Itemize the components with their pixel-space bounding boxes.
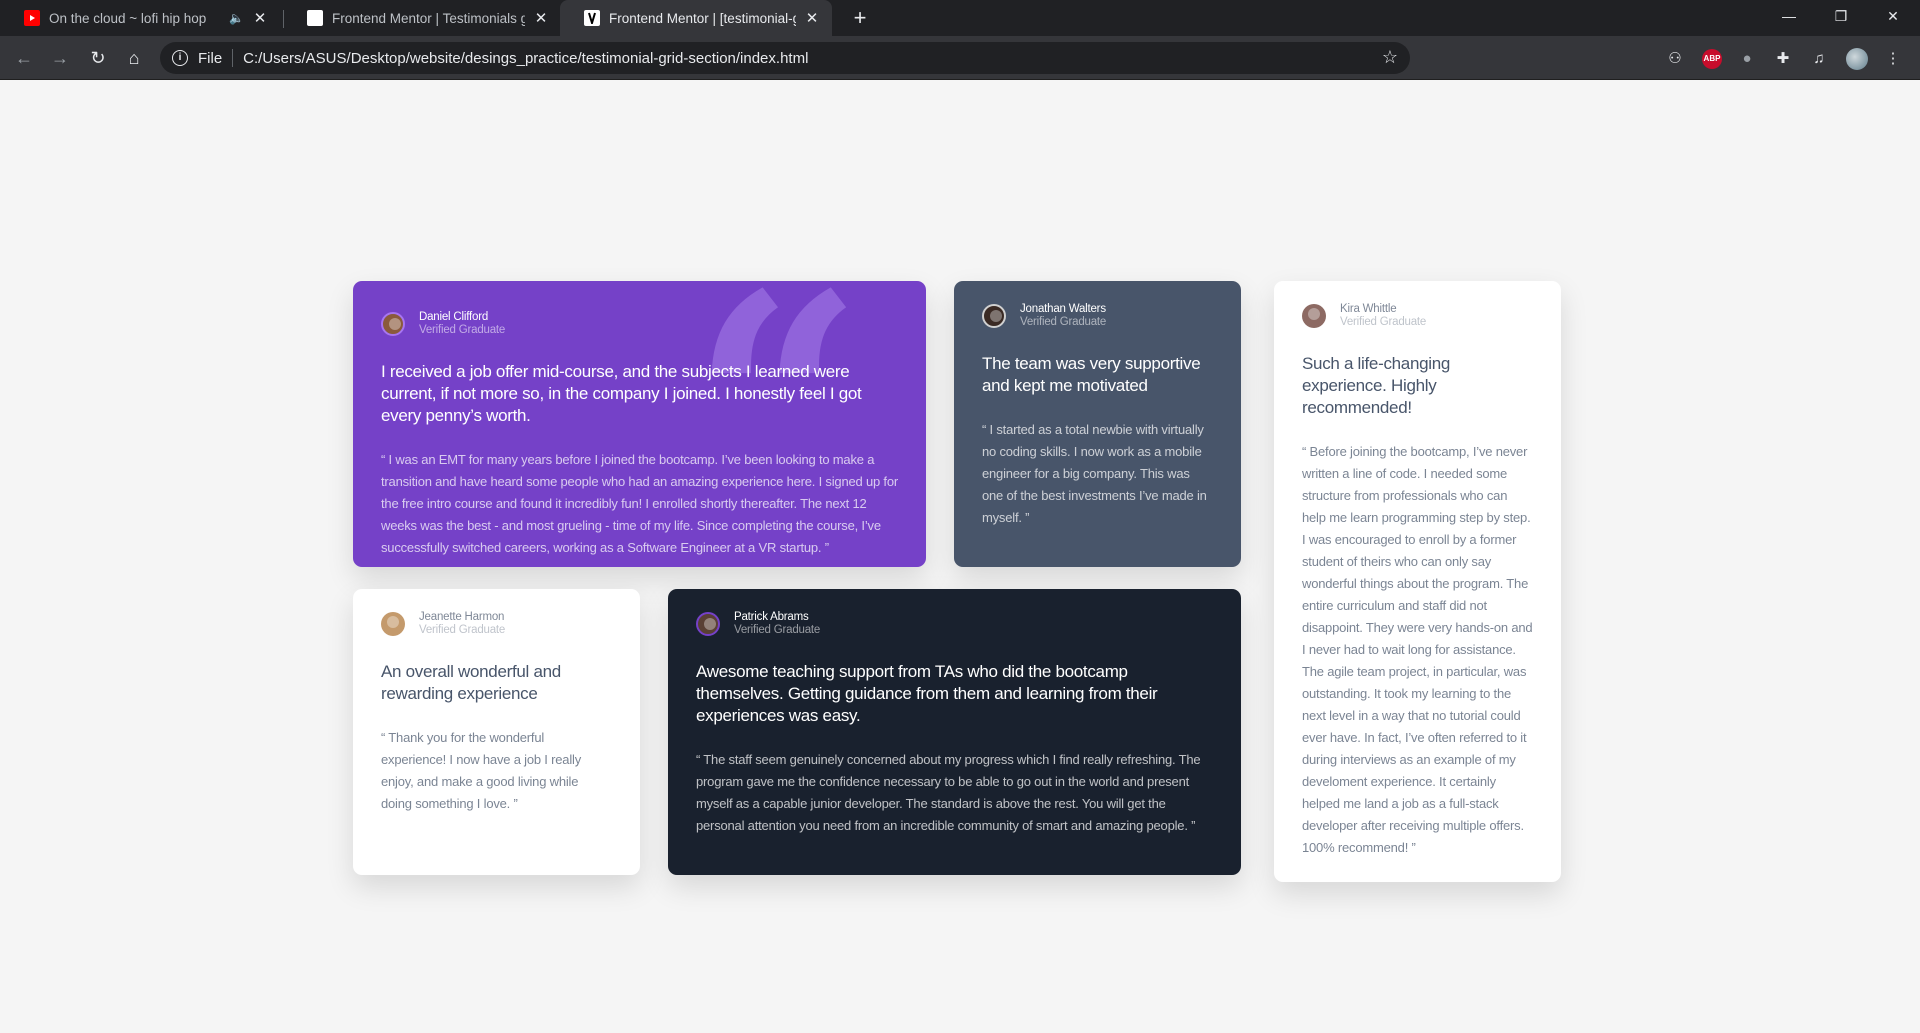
scheme-label: File xyxy=(198,49,223,67)
author-role: Verified Graduate xyxy=(734,624,821,636)
tab-title: On the cloud ~ lofi hip hop xyxy=(49,10,207,26)
author: Patrick Abrams Verified Graduate xyxy=(696,611,1213,637)
testimonial-quote: “ I was an EMT for many years before I j… xyxy=(381,452,898,555)
address-bar[interactable]: i File C:/Users/ASUS/Desktop/website/des… xyxy=(160,42,1410,74)
testimonial-quote: “ I started as a total newbie with virtu… xyxy=(982,422,1207,525)
frontend-mentor-icon xyxy=(307,10,323,26)
close-tab-icon[interactable]: ✕ xyxy=(804,9,820,27)
new-tab-button[interactable]: + xyxy=(846,4,874,32)
testimonial-quote: “ Before joining the bootcamp, I’ve neve… xyxy=(1302,444,1533,855)
testimonial-card-jeanette: Jeanette Harmon Verified Graduate An ove… xyxy=(353,589,640,875)
author: Jonathan Walters Verified Graduate xyxy=(982,303,1213,329)
reload-icon[interactable]: ↻ xyxy=(84,44,112,72)
testimonial-headline: The team was very supportive and kept me… xyxy=(982,354,1201,395)
tab-youtube[interactable]: On the cloud ~ lofi hip hop 🔈 ✕ xyxy=(0,0,280,36)
author-role: Verified Graduate xyxy=(419,324,506,336)
speaker-icon[interactable]: 🔈 xyxy=(229,11,244,25)
info-icon[interactable]: i xyxy=(172,50,188,66)
tab-strip: On the cloud ~ lofi hip hop 🔈 ✕ Frontend… xyxy=(0,0,1920,36)
author-name: Jeanette Harmon xyxy=(419,611,505,623)
youtube-icon xyxy=(24,10,40,26)
frontend-mentor-icon xyxy=(584,10,600,26)
close-tab-icon[interactable]: ✕ xyxy=(252,9,268,27)
avatar xyxy=(982,304,1006,328)
back-icon[interactable]: ← xyxy=(10,44,38,72)
testimonial-headline: Awesome teaching support from TAs who di… xyxy=(696,662,1158,725)
author-name: Kira Whittle xyxy=(1340,303,1397,315)
minimize-button[interactable]: — xyxy=(1764,0,1814,32)
author-name: Patrick Abrams xyxy=(734,611,809,623)
menu-icon[interactable]: ⋮ xyxy=(1882,48,1904,70)
divider xyxy=(232,49,234,67)
tab-title: Frontend Mentor | [testimonial-g xyxy=(609,10,796,26)
avatar xyxy=(696,612,720,636)
avatar xyxy=(381,312,405,336)
testimonial-headline: I received a job offer mid-course, and t… xyxy=(381,362,862,425)
avatar xyxy=(381,612,405,636)
extension-icon[interactable]: ⚇ xyxy=(1664,48,1686,70)
author-role: Verified Graduate xyxy=(1020,316,1107,328)
testimonial-card-jonathan: Jonathan Walters Verified Graduate The t… xyxy=(954,281,1241,567)
url-text[interactable]: C:/Users/ASUS/Desktop/website/desings_pr… xyxy=(243,50,808,67)
tab-title: Frontend Mentor | Testimonials g xyxy=(332,10,525,26)
bookmark-star-icon[interactable]: ☆ xyxy=(1382,47,1398,68)
home-icon[interactable]: ⌂ xyxy=(120,44,148,72)
avatar xyxy=(1302,304,1326,328)
testimonial-quote: “ Thank you for the wonderful experience… xyxy=(381,730,581,811)
testimonial-headline: An overall wonderful and rewarding exper… xyxy=(381,662,561,703)
extension-icon[interactable]: ● xyxy=(1736,48,1758,70)
browser-toolbar: ← → ↻ ⌂ i File C:/Users/ASUS/Desktop/web… xyxy=(0,36,1920,80)
close-tab-icon[interactable]: ✕ xyxy=(533,9,549,27)
restore-button[interactable]: ❐ xyxy=(1816,0,1866,32)
author-role: Verified Graduate xyxy=(1340,316,1427,328)
testimonial-headline: Such a life-changing experience. Highly … xyxy=(1302,354,1451,417)
close-window-button[interactable]: ✕ xyxy=(1868,0,1918,32)
forward-icon[interactable]: → xyxy=(46,44,74,72)
tab-testimonials-g[interactable]: Frontend Mentor | Testimonials g ✕ xyxy=(283,0,561,36)
extensions-puzzle-icon[interactable]: ✚ xyxy=(1772,48,1794,70)
author: Jeanette Harmon Verified Graduate xyxy=(381,611,612,637)
testimonial-card-patrick: Patrick Abrams Verified Graduate Awesome… xyxy=(668,589,1241,875)
tab-active[interactable]: Frontend Mentor | [testimonial-g ✕ xyxy=(560,0,832,36)
author-name: Jonathan Walters xyxy=(1020,303,1106,315)
author-role: Verified Graduate xyxy=(419,624,506,636)
author: Daniel Clifford Verified Graduate xyxy=(381,311,898,337)
author: Kira Whittle Verified Graduate xyxy=(1302,303,1533,329)
testimonial-quote: “ The staff seem genuinely concerned abo… xyxy=(696,752,1201,833)
testimonial-card-daniel: “ Daniel Clifford Verified Graduate I re… xyxy=(353,281,926,567)
author-name: Daniel Clifford xyxy=(419,311,489,323)
profile-avatar[interactable] xyxy=(1846,48,1868,70)
media-control-icon[interactable]: ♫ xyxy=(1808,48,1830,70)
adblock-icon[interactable]: ABP xyxy=(1702,49,1722,69)
testimonial-card-kira: Kira Whittle Verified Graduate Such a li… xyxy=(1274,281,1561,882)
